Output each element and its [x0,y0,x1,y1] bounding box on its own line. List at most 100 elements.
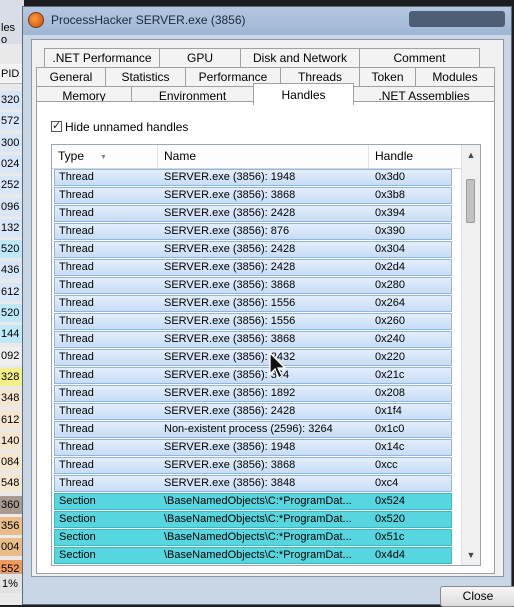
handle-type-cell: Thread [59,243,94,255]
background-pid-row[interactable]: 132 [0,218,24,237]
handle-type-cell: Thread [59,477,94,489]
background-pid-row[interactable]: 140 [0,431,24,450]
background-pid-row[interactable]: 612 [0,410,24,429]
handle-value-cell: 0x264 [375,297,405,309]
background-pid-row[interactable]: 252 [0,176,24,195]
scroll-thumb[interactable] [466,179,475,223]
handle-row[interactable]: Thread SERVER.exe (3856): 2428 0x2d4 [54,259,452,276]
handle-value-cell: 0x390 [375,225,405,237]
background-titlebar: les o [0,0,24,46]
tab-general[interactable]: General [36,67,106,86]
tab-token[interactable]: Token [359,67,416,86]
background-pid-row[interactable]: 328 [0,367,24,386]
handle-name-cell: \BaseNamedObjects\C:*ProgramDat... [164,513,352,525]
handle-name-cell: SERVER.exe (3856): 3868 [164,333,296,345]
handle-row[interactable]: Thread SERVER.exe (3856): 2432 0x220 [54,349,452,366]
background-pid-row[interactable]: 436 [0,261,24,280]
handle-row[interactable]: Thread Non-existent process (2596): 3264 0… [54,421,452,438]
handle-name-cell: \BaseNamedObjects\C:*ProgramDat... [164,549,352,561]
tab-comment[interactable]: Comment [359,48,480,67]
tab-handles[interactable]: Handles [253,83,354,105]
hide-unnamed-handles-checkbox[interactable]: Hide unnamed handles [51,119,188,135]
handle-row[interactable]: Thread SERVER.exe (3856): 3868 0xcc [54,457,452,474]
handle-type-cell: Thread [59,207,94,219]
background-status-bar: 1% [0,573,24,593]
checkbox-checked-icon[interactable] [51,119,62,133]
background-pid-row[interactable]: 024 [0,154,24,173]
handle-value-cell: 0x51c [375,531,405,543]
handle-row[interactable]: Section \BaseNamedObjects\C:*ProgramDat..… [54,529,452,546]
handle-type-cell: Thread [59,171,94,183]
background-pid-row[interactable]: 356 [0,517,24,535]
process-properties-window: ProcessHacker SERVER.exe (3856) .NET Per… [22,6,514,607]
handle-value-cell: 0x14c [375,441,405,453]
background-pid-row[interactable]: 004 [0,538,24,557]
handle-row[interactable]: Section \BaseNamedObjects\C:*ProgramDat..… [54,511,452,528]
handle-name-cell: SERVER.exe (3856): 3868 [164,279,296,291]
handle-name-cell: SERVER.exe (3856): 1892 [164,387,296,399]
window-titlebar[interactable]: ProcessHacker SERVER.exe (3856) [23,7,511,35]
hide-unnamed-handles-label: Hide unnamed handles [65,119,189,134]
handle-row[interactable]: Thread SERVER.exe (3856): 1948 0x3d0 [54,169,452,186]
close-button[interactable]: Close [440,586,514,607]
background-pid-row[interactable]: 548 [0,474,24,493]
background-pid-row[interactable]: 144 [0,325,24,344]
background-pid-row[interactable]: 320 [0,91,24,109]
handle-value-cell: 0x520 [375,513,405,525]
handle-row[interactable]: Section \BaseNamedObjects\C:*ProgramDat..… [54,493,452,510]
list-header: Type ▼ Name Handle [52,145,462,169]
tab-statistics[interactable]: Statistics [105,67,186,86]
column-header-type[interactable]: Type ▼ [52,145,158,168]
handle-type-cell: Thread [59,225,94,237]
vertical-scrollbar[interactable]: ▲ ▼ [461,145,480,565]
background-pid-row[interactable]: 300 [0,133,24,152]
handle-row[interactable]: Thread SERVER.exe (3856): 1556 0x264 [54,295,452,312]
handle-row[interactable]: Thread SERVER.exe (3856): 2428 0x1f4 [54,403,452,420]
handle-row[interactable]: Thread SERVER.exe (3856): 1892 0x208 [54,385,452,402]
background-pid-header[interactable]: PID [0,64,24,84]
handle-type-cell: Section [59,495,96,507]
handle-row[interactable]: Thread SERVER.exe (3856): 3868 0x240 [54,331,452,348]
background-pid-row[interactable]: 360 [0,495,24,514]
background-pid-row[interactable]: 096 [0,197,24,216]
tab-disk-and-network[interactable]: Disk and Network [240,48,360,67]
handle-row[interactable]: Thread SERVER.exe (3856): 876 0x390 [54,223,452,240]
handle-type-cell: Section [59,513,96,525]
background-pid-row[interactable]: 520 [0,240,24,259]
background-pid-row[interactable]: 612 [0,282,24,301]
tab-net-performance[interactable]: .NET Performance [44,48,160,67]
handle-value-cell: 0x394 [375,207,405,219]
column-header-name[interactable]: Name [158,145,369,168]
tab-gpu[interactable]: GPU [159,48,241,67]
background-pid-row[interactable]: 092 [0,346,24,365]
handle-row[interactable]: Thread SERVER.exe (3856): 2428 0x394 [54,205,452,222]
window-controls[interactable] [409,11,505,27]
handle-value-cell: 0x220 [375,351,405,363]
handle-value-cell: 0x304 [375,243,405,255]
handles-list[interactable]: Type ▼ Name Handle Thread SERVER.exe (3856… [51,144,481,566]
scroll-down-icon[interactable]: ▼ [462,548,480,562]
background-pid-row[interactable]: 084 [0,453,24,472]
handle-row[interactable]: Thread SERVER.exe (3856): 3868 0x3b8 [54,187,452,204]
handle-row[interactable]: Thread SERVER.exe (3856): 3868 0x280 [54,277,452,294]
background-pid-row[interactable]: 520 [0,304,24,322]
column-header-handle[interactable]: Handle [369,145,462,168]
handle-value-cell: 0x1f4 [375,405,402,417]
handle-name-cell: SERVER.exe (3856): 3868 [164,189,296,201]
handle-row[interactable]: Thread SERVER.exe (3856): 1556 0x260 [54,313,452,330]
handle-type-cell: Thread [59,189,94,201]
handle-row[interactable]: Thread SERVER.exe (3856): 1948 0x14c [54,439,452,456]
background-pid-row[interactable]: 572 [0,112,24,131]
tab-modules[interactable]: Modules [415,67,495,86]
handle-row[interactable]: Thread SERVER.exe (3856): 2428 0x304 [54,241,452,258]
background-pid-row[interactable]: 348 [0,389,24,408]
scroll-up-icon[interactable]: ▲ [462,148,480,162]
handle-value-cell: 0x260 [375,315,405,327]
handle-row[interactable]: Thread SERVER.exe (3856): 364 0x21c [54,367,452,384]
handle-row[interactable]: Section \BaseNamedObjects\C:*ProgramDat..… [54,547,452,564]
handle-type-cell: Thread [59,459,94,471]
handle-type-cell: Thread [59,369,94,381]
handle-row[interactable]: Thread SERVER.exe (3856): 3848 0xc4 [54,475,452,492]
handle-name-cell: SERVER.exe (3856): 2428 [164,207,296,219]
handle-value-cell: 0x208 [375,387,405,399]
